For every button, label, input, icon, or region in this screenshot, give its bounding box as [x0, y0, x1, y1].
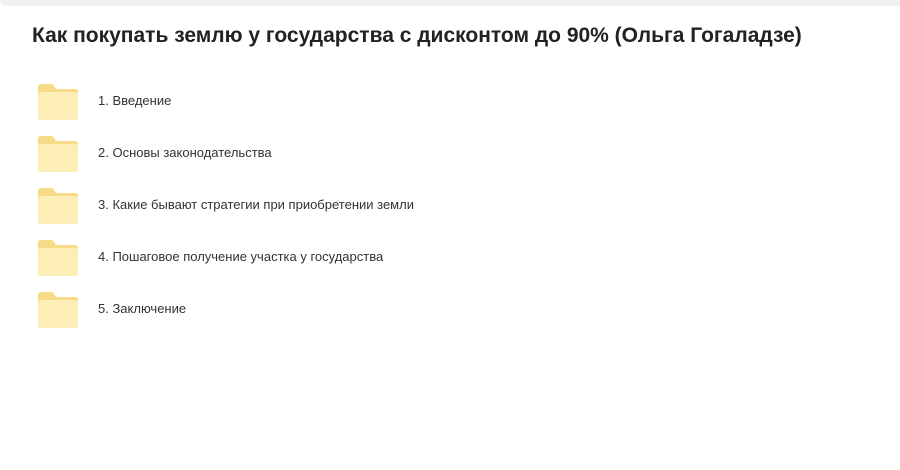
- folder-list: 1. Введение 2. Основы законодательства 3…: [0, 76, 900, 336]
- folder-item-label: 4. Пошаговое получение участка у государ…: [98, 249, 384, 264]
- top-strip: [0, 0, 900, 6]
- folder-item-label: 5. Заключение: [98, 301, 187, 316]
- folder-item-label: 2. Основы законодательства: [98, 145, 272, 160]
- folder-item-introduction[interactable]: 1. Введение: [0, 76, 900, 128]
- folder-icon: [36, 187, 80, 225]
- folder-item-strategies[interactable]: 3. Какие бывают стратегии при приобретен…: [0, 180, 900, 232]
- folder-page: Как покупать землю у государства с диско…: [0, 0, 900, 470]
- folder-title: Как покупать землю у государства с диско…: [32, 24, 802, 47]
- folder-item-step-by-step[interactable]: 4. Пошаговое получение участка у государ…: [0, 232, 900, 284]
- folder-icon: [36, 83, 80, 121]
- folder-icon: [36, 135, 80, 173]
- folder-icon: [36, 239, 80, 277]
- folder-item-label: 3. Какие бывают стратегии при приобретен…: [98, 197, 414, 212]
- folder-item-conclusion[interactable]: 5. Заключение: [0, 284, 900, 336]
- folder-icon: [36, 291, 80, 329]
- folder-item-legislation[interactable]: 2. Основы законодательства: [0, 128, 900, 180]
- folder-item-label: 1. Введение: [98, 93, 172, 108]
